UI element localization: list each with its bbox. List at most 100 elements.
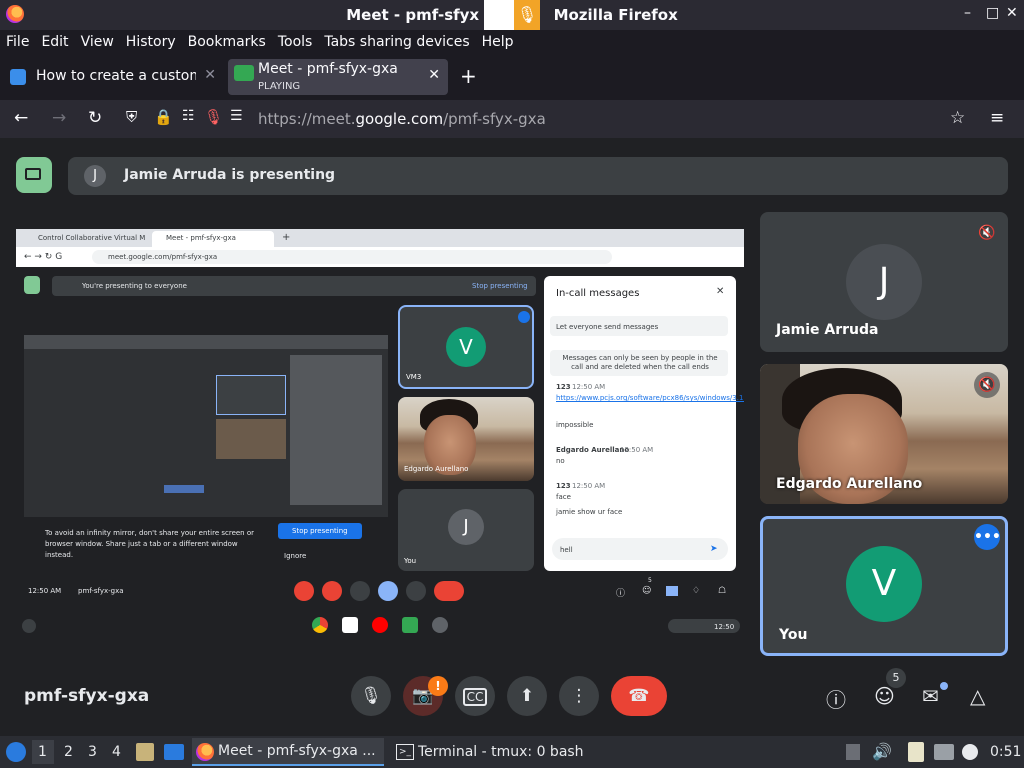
shared-shelf-time: 12:50 <box>714 623 735 631</box>
tab-meet[interactable]: Meet - pmf-sfyx-gxa PLAYING ✕ <box>228 59 448 95</box>
shield-icon[interactable]: ⛨ <box>126 108 137 126</box>
shared-meeting-code: pmf-sfyx-gxa <box>78 587 124 595</box>
taskbar-firefox-item[interactable]: Meet - pmf-sfyx-gxa ... <box>192 738 384 766</box>
chat-icon[interactable]: ✉ <box>922 684 939 708</box>
permissions-icon[interactable]: ☷ <box>182 108 195 124</box>
shared-chat-input: hell <box>560 546 573 554</box>
shared-presenting-bar: You're presenting to everyone Stop prese… <box>52 276 536 296</box>
close-icon[interactable]: ✕ <box>1006 5 1018 21</box>
menu-edit[interactable]: Edit <box>41 34 68 50</box>
chat-time: 12:50 AM <box>620 446 654 454</box>
terminal-icon: >_ <box>396 744 414 760</box>
shared-end-call-icon <box>434 581 464 601</box>
forward-icon[interactable]: → <box>52 108 66 128</box>
file-manager-icon[interactable] <box>136 743 154 761</box>
workspace-3[interactable]: 3 <box>88 744 97 760</box>
shared-stop-presenting-link: Stop presenting <box>472 282 528 290</box>
shared-more-icon <box>406 581 426 601</box>
desktop-icon[interactable] <box>164 744 184 760</box>
reader-icon[interactable]: ☰ <box>230 108 243 124</box>
workspace-4[interactable]: 4 <box>112 744 121 760</box>
menu-file[interactable]: File <box>6 34 29 50</box>
shared-chrome-address: ← → ↻ G meet.google.com/pmf-sfyx-gxa <box>16 247 744 267</box>
microphone-icon: 🎙 <box>514 0 540 30</box>
notification-icon[interactable] <box>962 744 978 760</box>
shared-vm3-avatar: V <box>446 327 486 367</box>
start-menu-icon[interactable] <box>6 742 26 762</box>
edgardo-name: Edgardo Aurellano <box>776 476 923 492</box>
more-options-icon[interactable]: ••• <box>974 524 1001 550</box>
mic-permission-icon[interactable]: 🎙 <box>204 108 223 126</box>
shared-chat-panel: In-call messages ✕ Let everyone send mes… <box>544 276 744 571</box>
back-icon[interactable]: ← <box>14 108 28 128</box>
bookmark-star-icon[interactable]: ☆ <box>950 108 965 128</box>
shared-people-icon: ☺ <box>642 586 652 596</box>
url-domain: google.com <box>355 110 444 128</box>
shared-participant-count: 5 <box>648 577 652 584</box>
hamburger-menu-icon[interactable]: ≡ <box>990 108 1004 128</box>
menu-tabs-sharing[interactable]: Tabs sharing devices <box>324 34 469 50</box>
mic-sharing-indicator[interactable]: 🎙 <box>484 0 540 30</box>
chat-sender: 123 <box>556 482 571 490</box>
url-path: /pmf-sfyx-gxa <box>443 110 546 128</box>
terminal-taskbar-label[interactable]: Terminal - tmux: 0 bash <box>418 744 584 760</box>
workspace-2[interactable]: 2 <box>64 744 73 760</box>
shared-chat-send-icon: ➤ <box>710 544 718 554</box>
new-tab-button[interactable]: + <box>460 64 477 88</box>
tab-close-icon[interactable]: ✕ <box>204 67 216 83</box>
firefox-taskbar-label: Meet - pmf-sfyx-gxa ... <box>218 743 376 759</box>
present-button[interactable]: ⬆ <box>507 676 547 716</box>
participant-tile-you[interactable]: V You ••• <box>760 516 1008 656</box>
participant-count-badge: 5 <box>886 668 906 688</box>
lock-icon[interactable]: 🔒 <box>154 108 173 126</box>
infinity-mirror <box>24 335 388 525</box>
people-icon[interactable]: ☺ <box>874 684 895 708</box>
more-options-button[interactable]: ⋮ <box>559 676 599 716</box>
url-bar[interactable]: https://meet.google.com/pmf-sfyx-gxa <box>258 110 546 128</box>
present-screen-icon: ⬆ <box>519 686 535 706</box>
tab-custom[interactable]: How to create a custom ✕ <box>4 59 226 95</box>
shared-cc-icon <box>350 581 370 601</box>
participant-tile-jamie[interactable]: J Jamie Arruda 🔇 <box>760 212 1008 352</box>
phone-hangup-icon: ☎ <box>628 686 650 706</box>
meeting-info-icon[interactable]: ⓘ <box>826 684 846 713</box>
chat-text: face <box>556 493 571 501</box>
tab-close-icon[interactable]: ✕ <box>428 67 440 83</box>
shared-vm3-name: VM3 <box>406 373 422 381</box>
menu-help[interactable]: Help <box>482 34 514 50</box>
menu-bookmarks[interactable]: Bookmarks <box>188 34 266 50</box>
network-icon[interactable] <box>934 744 954 760</box>
volume-icon[interactable]: 🔊 <box>872 742 892 761</box>
end-call-button[interactable]: ☎ <box>611 676 667 716</box>
reload-icon[interactable]: ↻ <box>88 108 102 128</box>
chat-text: jamie show ur face <box>556 508 623 516</box>
captions-icon: CC <box>462 688 488 706</box>
captions-button[interactable]: CC <box>455 676 495 716</box>
workspace-1[interactable]: 1 <box>38 744 47 760</box>
chat-link: https://www.pcjs.org/software/pcx86/sys/… <box>556 394 744 402</box>
maximize-icon[interactable]: □ <box>986 5 999 21</box>
menu-tools[interactable]: Tools <box>278 34 313 50</box>
menu-view[interactable]: View <box>81 34 114 50</box>
shared-cam-off-icon <box>322 581 342 601</box>
meet-app-icon <box>402 617 418 633</box>
presentation-icon[interactable] <box>16 157 52 193</box>
window-title-suffix: Mozilla Firefox <box>553 6 678 24</box>
menu-bar: File Edit View History Bookmarks Tools T… <box>0 30 1024 54</box>
you-name: You <box>779 627 808 643</box>
menu-history[interactable]: History <box>126 34 176 50</box>
mic-button[interactable]: 🎙 <box>351 676 391 716</box>
shared-nav-icons: ← → ↻ G <box>24 252 63 262</box>
window-titlebar: Meet - pmf-sfyx Mozilla Firefox 🎙 – □ ✕ <box>0 0 1024 30</box>
activities-icon[interactable]: △ <box>970 684 985 708</box>
presenting-banner: J Jamie Arruda is presenting <box>68 157 1008 195</box>
shared-tab-2: Meet - pmf-sfyx-gxa <box>166 234 236 242</box>
minimize-icon[interactable]: – <box>964 5 971 21</box>
shared-time: 12:50 AM <box>28 587 62 595</box>
clipboard-icon[interactable] <box>908 742 924 762</box>
presenting-text: Jamie Arruda is presenting <box>124 167 336 183</box>
tray-app-icon[interactable] <box>846 744 860 760</box>
participant-tile-edgardo[interactable]: Edgardo Aurellano 🔇 <box>760 364 1008 504</box>
shared-launcher-icon <box>22 619 36 633</box>
jamie-name: Jamie Arruda <box>776 322 879 338</box>
